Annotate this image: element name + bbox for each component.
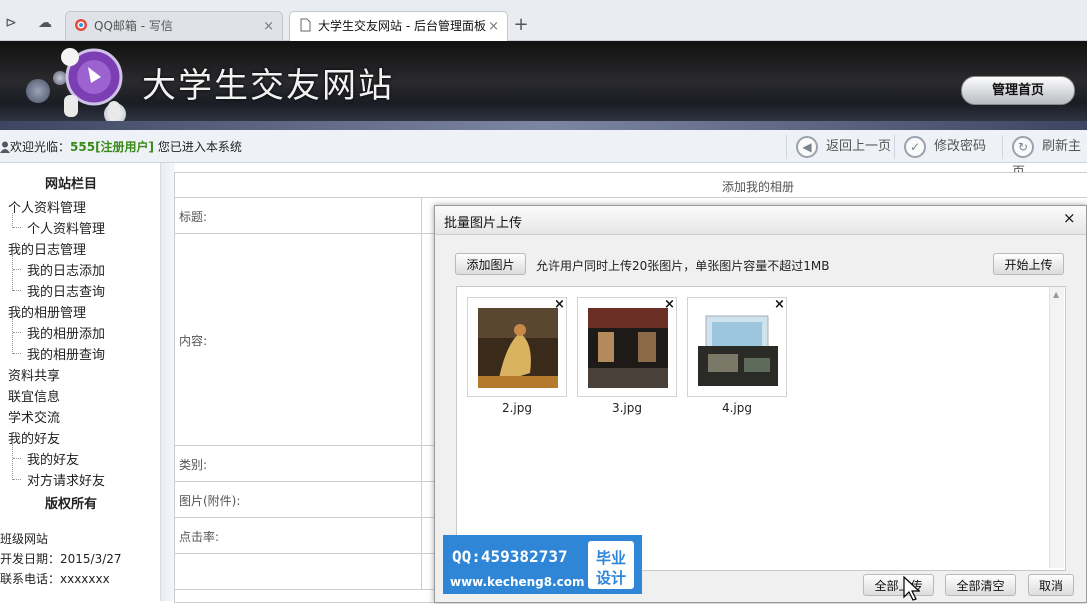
back-label: 返回上一页 [826,139,892,154]
tree-line [13,269,21,270]
sidebar-item-friends[interactable]: 我的好友 [27,449,79,468]
sidebar-item-academic[interactable]: 学术交流 [8,407,60,426]
sidebar-item-album-query[interactable]: 我的相册查询 [27,344,105,363]
remove-image-icon[interactable]: × [774,297,785,312]
copyright-heading: 版权所有 [45,497,98,512]
image-filename: 4.jpg [721,401,753,415]
mouse-cursor-icon [900,574,921,601]
toolbar-divider [786,135,787,159]
form-label: 点击率: [179,530,220,544]
site-title: 大学生交友网站 [142,66,394,106]
sidebar-item-friends-group[interactable]: 我的好友 [8,428,60,447]
clear-all-button[interactable]: 全部清空 [945,574,1016,596]
dialog-titlebar[interactable] [435,206,1086,235]
user-icon [0,141,10,153]
upload-all-button[interactable]: 全部上传 [863,574,934,596]
welcome-prefix: 欢迎光临： [10,140,71,154]
tree-line [13,290,21,291]
welcome-suffix: 您已进入本系统 [154,140,242,154]
sidebar-item-album-group[interactable]: 我的相册管理 [8,302,86,321]
image-filename: 3.jpg [611,401,643,415]
remove-image-icon[interactable]: × [664,297,675,312]
key-icon: ✓ [904,135,926,158]
sidebar-item-resource-share[interactable]: 资料共享 [8,365,60,384]
tab-label: QQ邮箱 - 写信 [94,19,173,33]
tab-label: 大学生交友网站 - 后台管理面板 [318,19,486,33]
tree-line [13,332,21,333]
watermark-tag-line1: 毕业 [596,549,627,567]
watermark-qq: QQ:459382737 [452,547,568,566]
mascot-logo [58,43,130,127]
sidebar-item-album-add[interactable]: 我的相册添加 [27,323,105,342]
tree-line [13,479,21,480]
site-info-date: 开发日期：2015/3/27 [0,552,122,566]
refresh-icon: ↻ [1012,135,1034,158]
tree-line [13,458,21,459]
watermark-tag-line2: 设计 [596,569,627,587]
sidebar-item-info[interactable]: 联宜信息 [8,386,60,405]
sidebar-item-diary-group[interactable]: 我的日志管理 [8,239,86,258]
image-thumbnail[interactable] [467,297,567,397]
form-column-divider [421,197,422,589]
qq-favicon-icon [74,14,88,31]
dialog-close-icon[interactable]: × [1063,209,1076,227]
change-password-button[interactable]: ✓ 修改密码 [904,134,986,160]
tree-line [12,318,13,354]
image-list-scrollbar[interactable]: ▲ [1049,287,1064,568]
welcome-message: 欢迎光临：555[注册用户] 您已进入本系统 [0,138,242,155]
image-thumbnail[interactable] [577,297,677,397]
form-label: 类别: [179,458,208,472]
remove-image-icon[interactable]: × [554,297,565,312]
watermark-url: www.kecheng8.com [450,575,585,589]
sidebar-splitter[interactable] [160,163,175,601]
tab-close-icon[interactable]: × [488,12,499,41]
form-label: 标题: [179,210,208,224]
upload-hint: 允许用户同时上传20张图片，单张图片容量不超过1MB [536,259,830,273]
form-title-row [175,173,1087,198]
tree-line [12,444,13,480]
image-filename: 2.jpg [501,401,533,415]
sidebar-heading: 网站栏目 [45,177,98,192]
sidebar-item-friend-requests[interactable]: 对方请求好友 [27,470,105,489]
site-info-name: 班级网站 [0,532,49,546]
sidebar-item-profile[interactable]: 个人资料管理 [27,218,105,237]
back-button[interactable]: ◀ 返回上一页 [796,134,891,160]
tab-qq-mail[interactable]: QQ邮箱 - 写信 × [65,11,283,40]
tab-admin-panel[interactable]: 大学生交友网站 - 后台管理面板 × [289,11,508,41]
tree-line [12,255,13,291]
scroll-up-icon[interactable]: ▲ [1053,290,1059,299]
tree-line [13,227,21,228]
site-info-phone: 联系电话：xxxxxxx [0,572,110,586]
sidebar-item-profile-group[interactable]: 个人资料管理 [8,197,86,216]
photo-preview [478,308,558,388]
toolbar-divider [894,135,895,159]
dialog-title: 批量图片上传 [444,216,523,231]
tree-line [13,353,21,354]
back-arrow-icon: ◀ [796,135,818,158]
tab-close-icon[interactable]: × [263,12,274,41]
photo-preview [588,308,668,388]
new-tab-button[interactable]: + [510,14,532,36]
image-thumbnail[interactable] [687,297,787,397]
cancel-button[interactable]: 取消 [1028,574,1074,596]
sidebar-toggle-icon[interactable]: ⊳ [0,12,22,34]
admin-home-button[interactable]: 管理首页 [961,76,1075,105]
start-upload-button[interactable]: 开始上传 [993,253,1064,275]
form-label: 图片(附件): [179,494,241,508]
toolbar-divider [1002,135,1003,159]
form-title: 添加我的相册 [722,180,795,194]
sidebar-item-diary-add[interactable]: 我的日志添加 [27,260,105,279]
decor-bubble [26,79,50,103]
page-favicon-icon [298,14,312,32]
change-password-label: 修改密码 [934,139,987,154]
add-image-button[interactable]: 添加图片 [455,253,526,275]
banner-stripe [0,121,1087,130]
cloud-icon[interactable]: ☁ [34,12,56,34]
sidebar-item-diary-query[interactable]: 我的日志查询 [27,281,105,300]
refresh-button[interactable]: ↻刷新主页 [1012,134,1087,180]
photo-preview [698,315,778,386]
welcome-user: 555[注册用户] [70,140,155,154]
form-label: 内容: [179,334,208,348]
